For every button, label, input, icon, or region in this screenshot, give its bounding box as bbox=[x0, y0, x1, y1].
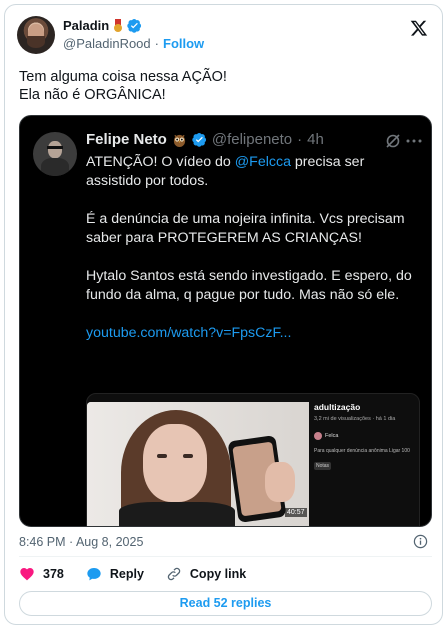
read-replies-button[interactable]: Read 52 replies bbox=[19, 591, 432, 616]
like-count: 378 bbox=[43, 567, 64, 581]
heart-icon bbox=[20, 568, 34, 581]
copy-link-label: Copy link bbox=[189, 567, 247, 581]
separator-dot: · bbox=[154, 36, 159, 51]
quoted-p1-prefix: ATENÇÃO! O vídeo do bbox=[86, 154, 235, 170]
quoted-tweet[interactable]: Felipe Neto @felipeneto · 4h ATENÇÃO! O … bbox=[19, 115, 432, 527]
x-logo-icon[interactable] bbox=[410, 19, 428, 37]
link-preview-card[interactable]: 40:57 adultização 3,2 mi de visualizaçõe… bbox=[86, 393, 420, 527]
author-name-row: Paladin bbox=[63, 18, 142, 33]
video-info: adultização 3,2 mi de visualizações · há… bbox=[314, 402, 419, 472]
verified-badge-icon bbox=[192, 132, 206, 147]
tweet-card: Paladin @PaladinRood · Follow Tem alguma… bbox=[4, 4, 443, 625]
video-tag: Notas bbox=[314, 462, 332, 470]
video-views: 3,2 mi de visualizações · há 1 dia bbox=[314, 416, 396, 422]
video-channel: Felca bbox=[314, 432, 419, 440]
grok-icon[interactable] bbox=[385, 133, 401, 149]
video-description: Para qualquer denúncia anônima Ligar 100 bbox=[314, 448, 410, 454]
author-handle[interactable]: @PaladinRood bbox=[63, 36, 151, 51]
video-duration: 40:57 bbox=[285, 508, 307, 517]
quoted-avatar[interactable] bbox=[33, 132, 77, 176]
separator-dot: · bbox=[297, 131, 303, 148]
quoted-paragraph-3: Hytalo Santos está sendo investigado. E … bbox=[86, 268, 412, 303]
action-bar: 378 Reply Copy link bbox=[19, 565, 268, 583]
tweet-text: Tem alguma coisa nessa AÇÃO! Ela não é O… bbox=[19, 68, 429, 104]
follow-button[interactable]: Follow bbox=[163, 36, 204, 51]
verified-badge-icon bbox=[127, 18, 142, 33]
quoted-author-name[interactable]: Felipe Neto bbox=[86, 131, 167, 148]
tweet-header: Paladin @PaladinRood · Follow bbox=[17, 13, 432, 59]
channel-name: Felca bbox=[325, 433, 339, 439]
copy-link-button[interactable]: Copy link bbox=[166, 566, 246, 582]
tweet-line-2: Ela não é ORGÂNICA! bbox=[19, 87, 166, 103]
youtube-link[interactable]: youtube.com/watch?v=FpsCzF... bbox=[86, 324, 421, 343]
channel-avatar bbox=[314, 432, 322, 440]
owl-emoji-icon bbox=[173, 134, 185, 147]
more-options-icon[interactable] bbox=[405, 133, 423, 149]
reply-bubble-icon bbox=[87, 568, 101, 581]
link-icon bbox=[167, 567, 181, 581]
medal-emoji-icon bbox=[113, 18, 123, 33]
tweet-timestamp[interactable]: 8:46 PM · Aug 8, 2025 bbox=[19, 535, 143, 549]
quoted-name-row: Felipe Neto @felipeneto · 4h bbox=[86, 131, 324, 148]
quoted-paragraph-1: ATENÇÃO! O vídeo do @Felcca precisa ser … bbox=[86, 153, 421, 191]
divider bbox=[19, 556, 432, 557]
video-thumbnail[interactable]: 40:57 bbox=[87, 402, 309, 527]
like-button[interactable]: 378 bbox=[19, 566, 64, 582]
reply-label: Reply bbox=[109, 567, 144, 581]
mention-link[interactable]: @Felcca bbox=[235, 154, 291, 170]
video-progress-bar bbox=[87, 526, 309, 527]
avatar[interactable] bbox=[17, 16, 55, 54]
quoted-age[interactable]: 4h bbox=[307, 131, 324, 148]
info-icon[interactable] bbox=[413, 534, 428, 549]
quoted-paragraph-2: É a denúncia de uma nojeira infinita. Vc… bbox=[86, 211, 405, 246]
reply-button[interactable]: Reply bbox=[86, 566, 144, 582]
quoted-handle[interactable]: @felipeneto bbox=[212, 131, 292, 148]
video-title: adultização bbox=[314, 402, 361, 412]
quoted-text: ATENÇÃO! O vídeo do @Felcca precisa ser … bbox=[86, 153, 421, 362]
author-name[interactable]: Paladin bbox=[63, 18, 109, 33]
author-handle-row: @PaladinRood · Follow bbox=[63, 36, 204, 51]
tweet-line-1: Tem alguma coisa nessa AÇÃO! bbox=[19, 69, 227, 85]
